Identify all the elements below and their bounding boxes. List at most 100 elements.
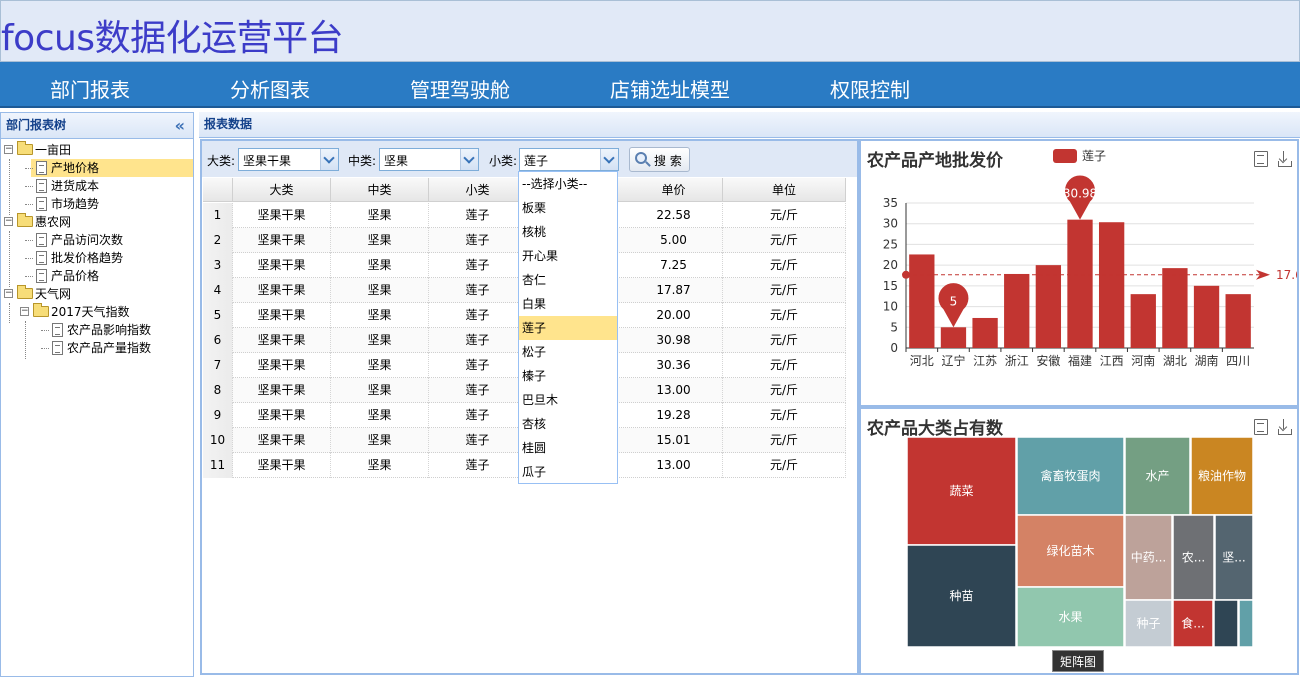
dropdown-option[interactable]: 瓜子 xyxy=(519,460,617,484)
bar[interactable] xyxy=(1067,219,1093,348)
collapse-toggle-icon[interactable]: − xyxy=(20,307,29,316)
bar[interactable] xyxy=(1130,294,1156,348)
table-cell: 坚果干果 xyxy=(233,428,331,453)
tree-node-label: 进货成本 xyxy=(51,179,100,193)
tree-node[interactable]: − 2017天气指数 xyxy=(1,303,193,321)
tree-node[interactable]: 进货成本 xyxy=(1,177,193,195)
table-cell: 莲子 xyxy=(429,303,527,328)
tree-node[interactable]: − 一亩田 xyxy=(1,141,193,159)
tree-node[interactable]: − 惠农网 xyxy=(1,213,193,231)
collapse-toggle-icon[interactable]: − xyxy=(4,145,13,154)
collapse-toggle-icon[interactable]: − xyxy=(4,217,13,226)
mid-category-select[interactable]: 坚果 xyxy=(379,148,479,171)
bar[interactable] xyxy=(1225,294,1251,348)
table-cell: 莲子 xyxy=(429,428,527,453)
tree-connector xyxy=(41,330,49,331)
dropdown-option[interactable]: 松子 xyxy=(519,340,617,364)
dropdown-option[interactable]: 核桃 xyxy=(519,220,617,244)
tree-node[interactable]: 产品访问次数 xyxy=(1,231,193,249)
table-cell: 15.01 xyxy=(625,428,723,453)
tree-connector xyxy=(25,276,33,277)
chevron-down-icon[interactable] xyxy=(600,149,618,170)
x-tick-label: 福建 xyxy=(1068,353,1092,368)
nav-item-management-cockpit[interactable]: 管理驾驶舱 xyxy=(410,74,510,103)
tree-node[interactable]: 批发价格趋势 xyxy=(1,249,193,267)
tree-node-label: 惠农网 xyxy=(35,215,72,229)
bar[interactable] xyxy=(1162,268,1188,348)
tree-node[interactable]: 市场趋势 xyxy=(1,195,193,213)
bar[interactable] xyxy=(1193,285,1220,348)
grid-header-cell[interactable]: 大类 xyxy=(233,178,331,202)
legend-label[interactable]: 莲子 xyxy=(1082,149,1106,163)
tree-connector xyxy=(25,258,33,259)
dropdown-option[interactable]: 开心果 xyxy=(519,244,617,268)
table-cell: 坚果干果 xyxy=(233,403,331,428)
dropdown-option[interactable]: 榛子 xyxy=(519,364,617,388)
dropdown-option[interactable]: 杏仁 xyxy=(519,268,617,292)
tree-node-label: 2017天气指数 xyxy=(51,305,130,319)
dropdown-option[interactable]: 莲子 xyxy=(519,316,617,340)
chevron-down-icon[interactable] xyxy=(460,149,478,170)
dropdown-option[interactable]: --选择小类-- xyxy=(519,172,617,196)
marker-label: 5 xyxy=(950,294,958,308)
report-tree-header: 部门报表树 « xyxy=(1,113,193,139)
tree-node-label: 产品价格 xyxy=(51,269,100,283)
sub-category-select[interactable]: 莲子 xyxy=(519,148,619,171)
chevron-down-icon[interactable] xyxy=(320,149,338,170)
table-cell: 坚果 xyxy=(331,403,429,428)
nav-item-store-location-model[interactable]: 店铺选址模型 xyxy=(610,74,730,103)
grid-header-cell[interactable]: 小类 xyxy=(429,178,527,202)
nav-item-analysis-charts[interactable]: 分析图表 xyxy=(230,74,310,103)
tree-node[interactable]: 产地价格 xyxy=(25,159,193,177)
tree-node[interactable]: 农产品产量指数 xyxy=(1,339,193,357)
row-number: 5 xyxy=(203,303,233,328)
bar[interactable] xyxy=(1004,273,1030,348)
dropdown-option[interactable]: 杏核 xyxy=(519,412,617,436)
table-cell: 莲子 xyxy=(429,253,527,278)
tree-node[interactable]: 农产品影响指数 xyxy=(1,321,193,339)
table-cell: 元/斤 xyxy=(723,303,846,328)
table-cell: 莲子 xyxy=(429,403,527,428)
dropdown-option[interactable]: 白果 xyxy=(519,292,617,316)
y-tick-label: 10 xyxy=(883,300,898,314)
table-cell: 7.25 xyxy=(625,253,723,278)
dropdown-option[interactable]: 板栗 xyxy=(519,196,617,220)
tree-node[interactable]: 产品价格 xyxy=(1,267,193,285)
row-number: 11 xyxy=(203,453,233,478)
bar[interactable] xyxy=(909,254,935,348)
bar[interactable] xyxy=(1035,265,1062,348)
category-label: 大类: xyxy=(207,154,236,168)
tree-node-label: 产品访问次数 xyxy=(51,233,124,247)
table-cell: 20.00 xyxy=(625,303,723,328)
grid-header-cell[interactable]: 中类 xyxy=(331,178,429,202)
dropdown-option[interactable]: 桂圆 xyxy=(519,436,617,460)
dropdown-option[interactable]: 巴旦木 xyxy=(519,388,617,412)
treemap-cell-label: 粮油作物 xyxy=(1198,468,1246,483)
category-select[interactable]: 坚果干果 xyxy=(238,148,339,171)
table-cell: 坚果干果 xyxy=(233,278,331,303)
treemap-cell[interactable] xyxy=(1238,599,1254,648)
grid-header-cell[interactable]: 单价 xyxy=(625,178,723,202)
nav-item-permission-control[interactable]: 权限控制 xyxy=(830,74,910,103)
row-number: 8 xyxy=(203,378,233,403)
table-cell: 莲子 xyxy=(429,203,527,228)
category-select-value: 坚果干果 xyxy=(243,154,292,168)
collapse-icon[interactable]: « xyxy=(175,113,185,138)
treemap-cell-label: 禽畜牧蛋肉 xyxy=(1040,468,1100,483)
treemap-cell[interactable] xyxy=(1213,599,1239,648)
bar[interactable] xyxy=(972,317,998,348)
table-cell: 13.00 xyxy=(625,378,723,403)
legend-swatch[interactable] xyxy=(1053,149,1077,163)
table-cell: 莲子 xyxy=(429,328,527,353)
bar[interactable] xyxy=(1098,222,1125,348)
tree-node[interactable]: − 天气网 xyxy=(1,285,193,303)
table-cell: 元/斤 xyxy=(723,328,846,353)
table-cell: 莲子 xyxy=(429,228,527,253)
table-cell: 元/斤 xyxy=(723,428,846,453)
search-button[interactable]: 搜 索 xyxy=(629,147,690,172)
collapse-toggle-icon[interactable]: − xyxy=(4,289,13,298)
bar[interactable] xyxy=(940,327,967,348)
table-cell: 坚果 xyxy=(331,203,429,228)
nav-item-department-reports[interactable]: 部门报表 xyxy=(50,74,130,103)
grid-header-cell[interactable]: 单位 xyxy=(723,178,846,202)
